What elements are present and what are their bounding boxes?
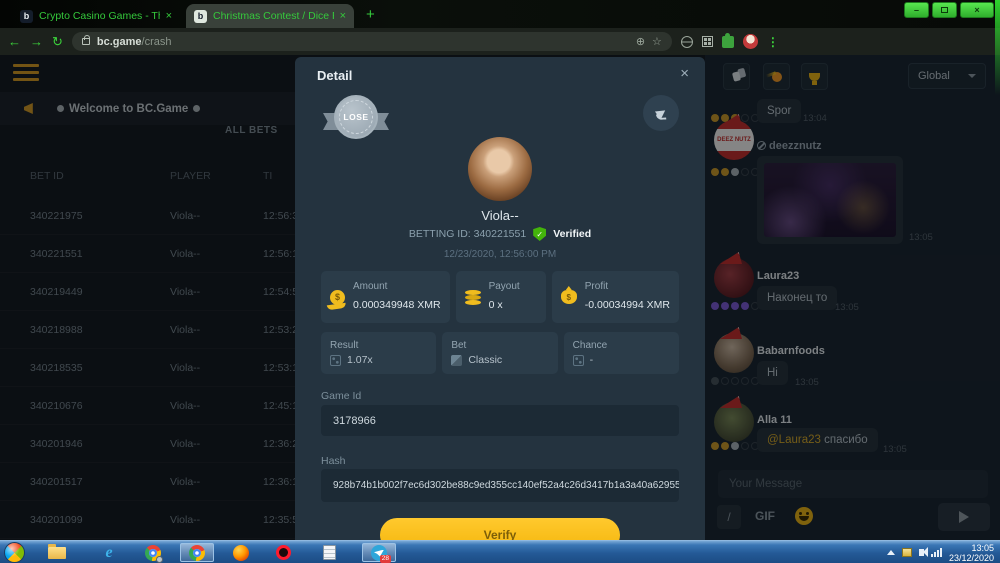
url-domain: bc.game xyxy=(97,36,142,48)
amount-card: $ Amount 0.000349948 XMR xyxy=(321,271,450,323)
stat-value: -0.00034994 XMR xyxy=(585,299,670,311)
reload-button[interactable]: ↻ xyxy=(52,35,63,48)
player-name: Viola-- xyxy=(295,208,705,223)
cube-icon xyxy=(451,355,462,366)
url-text: bc.game/crash xyxy=(97,36,629,48)
bet-card: Bet Classic xyxy=(442,332,557,374)
tray-expand-icon[interactable] xyxy=(887,550,895,555)
forward-button[interactable]: → xyxy=(30,35,43,48)
stat-label: Result xyxy=(330,340,427,351)
stat-label: Amount xyxy=(353,281,441,292)
taskbar-opera-icon[interactable] xyxy=(266,543,300,562)
browser-titlebar: b Crypto Casino Games - The 16 B × b Chr… xyxy=(0,0,1000,28)
result-badge: LOSE xyxy=(323,93,389,145)
taskbar-chrome-gear-icon[interactable] xyxy=(136,543,170,562)
speaker-icon[interactable] xyxy=(919,549,924,556)
system-tray: 13:05 23/12/2020 xyxy=(887,541,996,563)
money-bag-icon: $ xyxy=(561,290,577,304)
url-path: /crash xyxy=(142,36,172,48)
betting-id: BETTING ID: 340221551 xyxy=(409,228,526,240)
stat-label: Profit xyxy=(585,281,670,292)
taskbar-chrome-icon[interactable] xyxy=(180,543,214,562)
new-tab-button[interactable]: + xyxy=(366,6,375,23)
taskbar-notepad-icon[interactable] xyxy=(312,543,346,562)
tab1-title: Crypto Casino Games - The 16 B xyxy=(39,10,160,22)
notification-badge: 28 xyxy=(380,555,391,563)
share-icon xyxy=(654,106,667,119)
verified-shield-icon: ✓ xyxy=(533,227,546,241)
share-button[interactable] xyxy=(643,95,679,131)
coin-hand-icon: $ xyxy=(330,290,345,305)
extensions-puzzle-icon[interactable] xyxy=(722,36,734,48)
stat-value: Classic xyxy=(468,354,502,366)
close-window-button[interactable]: × xyxy=(960,2,994,18)
taskbar-clock[interactable]: 13:05 23/12/2020 xyxy=(949,543,996,563)
result-card: Result 1.07x xyxy=(321,332,436,374)
clock-time: 13:05 xyxy=(971,543,994,553)
browser-tab-2[interactable]: b Christmas Contest / Dice Roll Hu × xyxy=(186,4,354,28)
hash-field[interactable]: 928b74b1b002f7ec6d302be88c9ed355cc140ef5… xyxy=(321,469,679,502)
taskbar-explorer-icon[interactable] xyxy=(40,543,74,562)
stat-label: Bet xyxy=(451,340,548,351)
clock-date: 23/12/2020 xyxy=(949,553,994,563)
window-edge-glow xyxy=(995,0,1000,95)
taskbar-firefox-icon[interactable] xyxy=(224,543,258,562)
dice-icon xyxy=(573,355,584,366)
verify-button[interactable]: Verify xyxy=(380,518,620,540)
bet-datetime: 12/23/2020, 12:56:00 PM xyxy=(295,249,705,260)
zoom-page-icon[interactable]: ⊕ xyxy=(636,35,645,48)
gear-icon xyxy=(156,556,163,563)
network-signal-icon[interactable] xyxy=(931,548,942,557)
tab2-title: Christmas Contest / Dice Roll Hu xyxy=(213,10,334,22)
dice-icon xyxy=(330,355,341,366)
restore-icon xyxy=(941,7,948,13)
browser-menu-icon[interactable]: ⋮ xyxy=(767,35,779,49)
game-id-field[interactable]: 3178966 xyxy=(321,405,679,436)
browser-toolbar: ← → ↻ bc.game/crash ⊕ ☆ ⋮ xyxy=(0,28,1000,55)
window-controls: – × xyxy=(904,2,994,18)
lock-icon xyxy=(82,38,90,45)
browser-tab-1[interactable]: b Crypto Casino Games - The 16 B × xyxy=(12,4,180,28)
player-avatar[interactable] xyxy=(468,137,532,201)
minimize-button[interactable]: – xyxy=(904,2,929,18)
start-button[interactable] xyxy=(4,542,25,563)
tray-app-icon[interactable] xyxy=(902,548,912,557)
betting-id-line: BETTING ID: 340221551 ✓ Verified xyxy=(295,227,705,241)
qr-code-icon[interactable] xyxy=(702,36,713,47)
tab1-favicon: b xyxy=(20,10,33,23)
browser-profile-avatar[interactable] xyxy=(743,34,758,49)
restore-button[interactable] xyxy=(932,2,957,18)
modal-close-icon[interactable]: × xyxy=(680,65,689,82)
bet-detail-modal: Detail × LOSE Viola-- BETTING ID: 340221… xyxy=(295,57,705,540)
hash-label: Hash xyxy=(321,455,346,467)
globe-icon[interactable] xyxy=(681,36,693,48)
verified-label: Verified xyxy=(553,228,591,240)
stat-value: 0 x xyxy=(489,299,503,311)
stats-row-2: Result 1.07x Bet Classic Chance - xyxy=(321,332,679,374)
stat-value: 1.07x xyxy=(347,354,373,366)
result-badge-label: LOSE xyxy=(339,100,373,134)
payout-card: Payout 0 x xyxy=(456,271,546,323)
chance-card: Chance - xyxy=(564,332,679,374)
modal-title: Detail xyxy=(317,68,352,83)
screen: b Crypto Casino Games - The 16 B × b Chr… xyxy=(0,0,1000,563)
tab2-favicon: b xyxy=(194,10,207,23)
web-page: Welcome to BC.Game ALL BETS BET ID PLAYE… xyxy=(0,55,1000,540)
stat-label: Payout xyxy=(489,281,520,292)
stat-value: 0.000349948 XMR xyxy=(353,299,441,311)
stat-label: Chance xyxy=(573,340,670,351)
address-bar[interactable]: bc.game/crash ⊕ ☆ xyxy=(72,32,672,51)
taskbar-telegram-icon[interactable]: 28 xyxy=(362,543,396,562)
profit-card: $ Profit -0.00034994 XMR xyxy=(552,271,679,323)
tab1-close-icon[interactable]: × xyxy=(166,10,172,22)
stat-value: - xyxy=(590,354,594,366)
back-button[interactable]: ← xyxy=(8,35,21,48)
tab2-close-icon[interactable]: × xyxy=(340,10,346,22)
coin-stack-icon xyxy=(465,290,481,295)
taskbar-ie-icon[interactable]: e xyxy=(92,543,126,562)
game-id-label: Game Id xyxy=(321,390,361,402)
taskbar: e 28 13:05 23/12/2020 xyxy=(0,540,1000,563)
bookmark-star-icon[interactable]: ☆ xyxy=(652,35,662,48)
stats-row-1: $ Amount 0.000349948 XMR Payout 0 x $ Prof… xyxy=(321,271,679,323)
